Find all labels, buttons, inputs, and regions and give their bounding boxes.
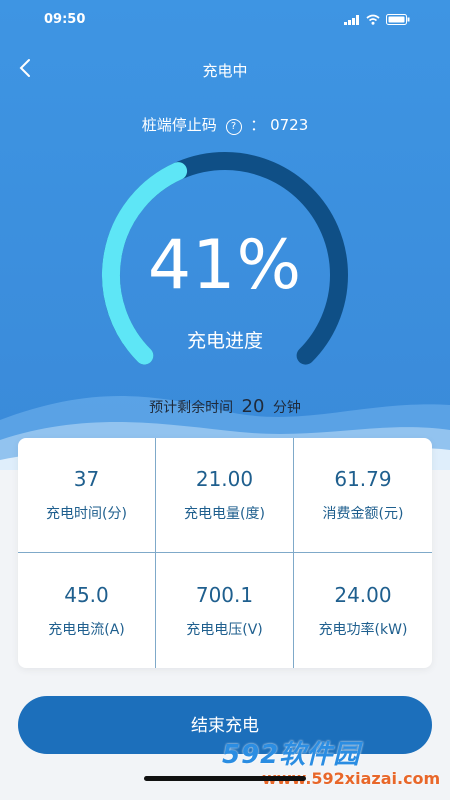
stat-value: 45.0 — [64, 582, 109, 607]
stat-voltage: 700.1 充电电压(V) — [156, 553, 294, 668]
stat-value: 61.79 — [334, 467, 392, 491]
page-title: 充电中 — [202, 62, 248, 80]
watermark: 592软件园 www.592xiazai.com — [222, 734, 446, 796]
stat-value: 21.00 — [195, 467, 254, 491]
stop-code-label: 桩端停止码 — [141, 116, 217, 134]
battery-icon — [386, 14, 410, 25]
stop-code-separator: ： — [250, 116, 266, 134]
stats-card: 37 充电时间(分) 21.00 充电电量(度) 61.79 消费金额(元) 4… — [18, 438, 432, 668]
help-icon[interactable]: ? — [225, 119, 242, 135]
stat-charge-time: 37 充电时间(分) — [18, 438, 156, 553]
watermark-brand: 592软件园 — [222, 740, 361, 770]
stat-cost: 61.79 消费金额(元) — [294, 438, 432, 553]
stat-label: 充电电流(A) — [48, 621, 125, 638]
stop-code: 桩端停止码 ? ： 0723 — [0, 114, 450, 135]
stat-value: 24.00 — [334, 582, 392, 607]
stat-value: 37 — [73, 467, 100, 491]
stop-code-value: 0723 — [270, 116, 309, 134]
remaining-minutes: 20 — [241, 396, 265, 417]
stat-label: 充电时间(分) — [46, 506, 127, 522]
stat-label: 消费金额(元) — [322, 506, 404, 522]
status-time: 09:50 — [44, 12, 86, 27]
stat-current: 45.0 充电电流(A) — [18, 553, 156, 668]
progress-label: 充电进度 — [186, 330, 263, 352]
wifi-icon — [366, 14, 380, 25]
stat-label: 充电功率(kW) — [318, 621, 408, 638]
stat-label: 充电电压(V) — [186, 621, 263, 638]
remaining-prefix: 预计剩余时间 — [149, 400, 234, 416]
signal-icon — [344, 15, 359, 25]
status-bar: 09:50 — [0, 0, 450, 40]
stat-label: 充电电量(度) — [184, 506, 265, 522]
stat-value: 700.1 — [195, 582, 254, 607]
progress-percent: 41% — [147, 226, 303, 305]
nav-bar: 充电中 — [0, 50, 450, 90]
remaining-unit: 分钟 — [272, 400, 301, 416]
stat-power: 24.00 充电功率(kW) — [294, 553, 432, 668]
stat-charge-energy: 21.00 充电电量(度) — [156, 438, 294, 553]
home-indicator[interactable] — [144, 776, 306, 781]
remaining-time: 预计剩余时间 20 分钟 — [0, 396, 450, 417]
